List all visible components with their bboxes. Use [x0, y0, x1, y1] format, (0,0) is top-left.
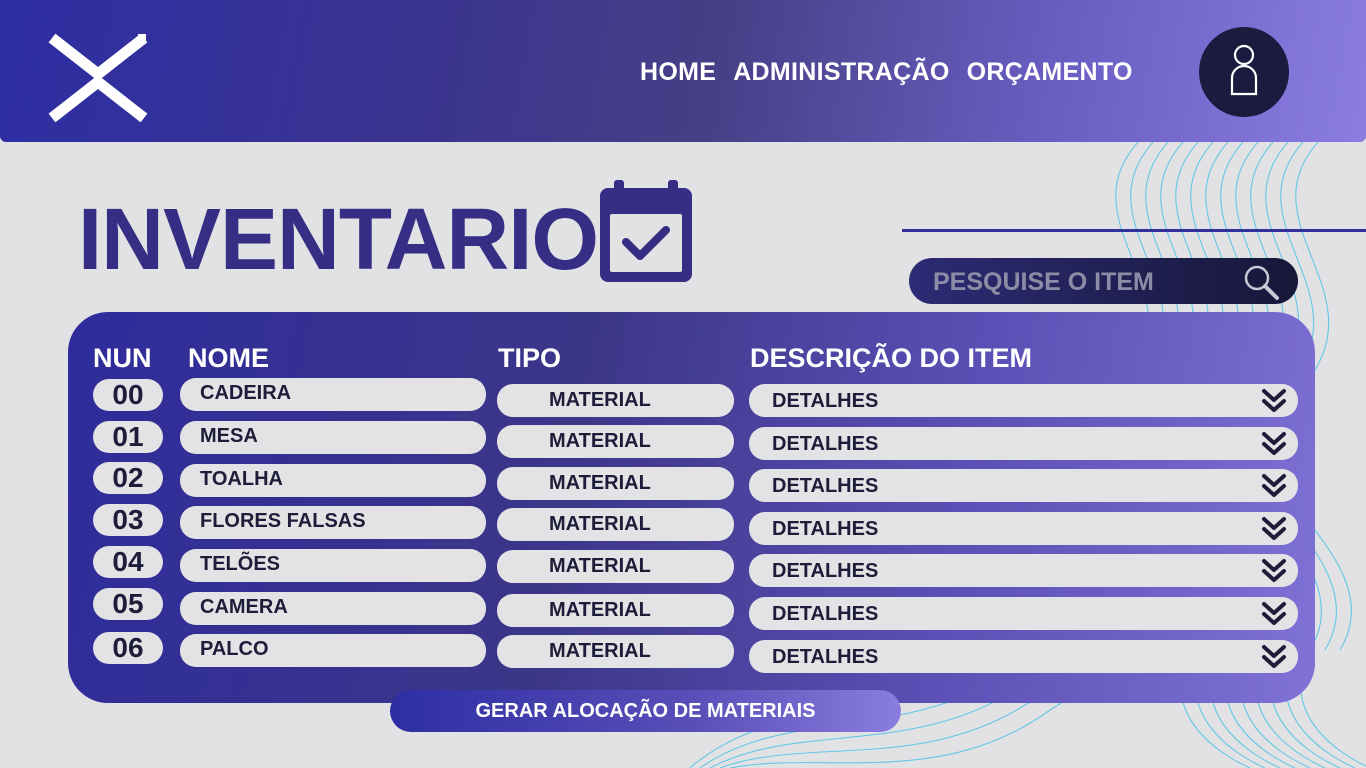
row-number: 04: [93, 546, 163, 578]
row-name-field[interactable]: MESA: [180, 421, 486, 454]
chevron-double-down-icon[interactable]: [1261, 601, 1287, 631]
chevron-double-down-icon[interactable]: [1261, 473, 1287, 503]
row-details-dropdown[interactable]: DETALHES: [749, 469, 1298, 502]
divider-line: [902, 229, 1366, 232]
row-name-field[interactable]: CADEIRA: [180, 378, 486, 411]
chevron-double-down-icon[interactable]: [1261, 558, 1287, 588]
col-header-name: NOME: [188, 343, 269, 373]
row-name-field[interactable]: FLORES FALSAS: [180, 506, 486, 539]
page-title: INVENTARIO: [78, 191, 599, 288]
calendar-check-icon: [600, 180, 692, 282]
row-name-field[interactable]: TOALHA: [180, 464, 486, 497]
main-nav: HOME ADMINISTRAÇÃO ORÇAMENTO: [640, 58, 1150, 86]
logo-icon[interactable]: [48, 34, 152, 122]
row-details-dropdown[interactable]: DETALHES: [749, 384, 1298, 417]
row-type-field[interactable]: MATERIAL: [497, 635, 734, 668]
search-input[interactable]: PESQUISE O ITEM: [909, 258, 1298, 304]
row-details-label: DETALHES: [772, 646, 879, 668]
row-type-field[interactable]: MATERIAL: [497, 425, 734, 458]
generate-allocation-button[interactable]: GERAR ALOCAÇÃO DE MATERIAIS: [390, 690, 901, 732]
chevron-double-down-icon[interactable]: [1261, 516, 1287, 546]
row-details-label: DETALHES: [772, 518, 879, 540]
row-details-dropdown[interactable]: DETALHES: [749, 554, 1298, 587]
row-details-dropdown[interactable]: DETALHES: [749, 597, 1298, 630]
row-details-dropdown[interactable]: DETALHES: [749, 512, 1298, 545]
row-type-field[interactable]: MATERIAL: [497, 594, 734, 627]
row-type-field[interactable]: MATERIAL: [497, 384, 734, 417]
row-type-field[interactable]: MATERIAL: [497, 467, 734, 500]
row-name-field[interactable]: CAMERA: [180, 592, 486, 625]
col-header-type: TIPO: [498, 343, 562, 373]
row-details-label: DETALHES: [772, 603, 879, 625]
row-number: 06: [93, 632, 163, 664]
chevron-double-down-icon[interactable]: [1261, 644, 1287, 674]
col-header-desc: DESCRIÇÃO DO ITEM: [750, 343, 1033, 373]
row-number: 02: [93, 462, 163, 494]
row-details-label: DETALHES: [772, 560, 879, 582]
row-details-dropdown[interactable]: DETALHES: [749, 640, 1298, 673]
col-header-num: NUN: [93, 343, 152, 373]
row-type-field[interactable]: MATERIAL: [497, 508, 734, 541]
search-placeholder: PESQUISE O ITEM: [933, 268, 1154, 296]
row-name-field[interactable]: TELÕES: [180, 549, 486, 582]
nav-orcamento[interactable]: ORÇAMENTO: [967, 58, 1133, 86]
row-details-label: DETALHES: [772, 475, 879, 497]
row-details-label: DETALHES: [772, 433, 879, 455]
search-icon[interactable]: [1241, 262, 1281, 302]
row-number: 00: [93, 379, 163, 411]
row-number: 03: [93, 504, 163, 536]
row-name-field[interactable]: PALCO: [180, 634, 486, 667]
nav-home[interactable]: HOME: [640, 58, 716, 86]
row-number: 01: [93, 421, 163, 453]
row-details-dropdown[interactable]: DETALHES: [749, 427, 1298, 460]
chevron-double-down-icon[interactable]: [1261, 431, 1287, 461]
top-header: HOME ADMINISTRAÇÃO ORÇAMENTO: [0, 0, 1366, 142]
user-icon: [1230, 44, 1258, 96]
chevron-double-down-icon[interactable]: [1261, 388, 1287, 418]
row-number: 05: [93, 588, 163, 620]
user-avatar-button[interactable]: [1199, 27, 1289, 117]
row-details-label: DETALHES: [772, 390, 879, 412]
row-type-field[interactable]: MATERIAL: [497, 550, 734, 583]
nav-administracao[interactable]: ADMINISTRAÇÃO: [733, 58, 949, 86]
